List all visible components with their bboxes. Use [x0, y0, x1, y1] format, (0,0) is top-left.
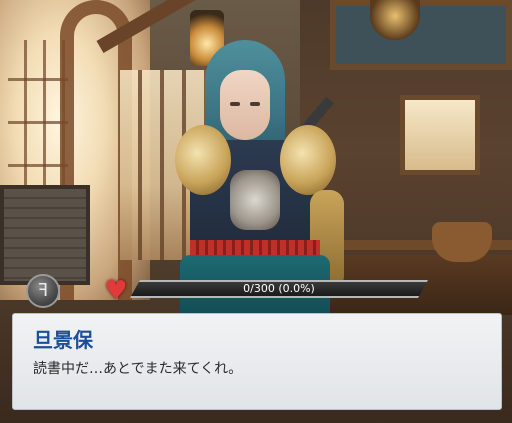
fruit-basket: [432, 222, 492, 262]
dialog-text: 読書中だ…あとでまた来てくれ。: [33, 361, 243, 377]
speaker-name: 旦景保: [33, 328, 93, 352]
shoulder-guard-right: [280, 125, 336, 195]
character-face: [220, 70, 270, 140]
bond-rank-icon[interactable]: ꟻ: [26, 274, 60, 308]
dialog-box[interactable]: 旦景保 読書中だ…あとでまた来てくれ。: [12, 313, 502, 410]
affection-gauge: 0/300 (0.0%): [130, 280, 428, 298]
affection-gauge-text: 0/300 (0.0%): [243, 282, 315, 295]
heart-icon: ♥: [104, 276, 128, 306]
window-shutter: [0, 185, 90, 285]
side-window: [400, 95, 480, 175]
character-eye-right: [250, 102, 260, 106]
chest-emblem: [230, 170, 280, 230]
character-belt: [190, 240, 320, 256]
character-portrait[interactable]: [150, 30, 360, 320]
character-eye-left: [230, 102, 240, 106]
shoulder-guard-left: [175, 125, 231, 195]
